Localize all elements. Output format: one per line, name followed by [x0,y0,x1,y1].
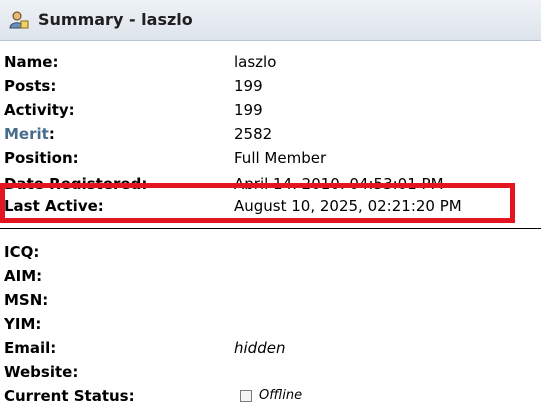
profile-row-merit: Merit: 2582 [0,122,541,146]
position-label: Position: [4,149,79,167]
contact-row-icq: ICQ: [0,240,541,264]
email-value: hidden [234,339,286,357]
merit-label-wrap: Merit: [4,122,55,146]
contact-row-email: Email: hidden [0,336,541,360]
profile-row-position: Position: Full Member [0,146,541,170]
aim-label: AIM: [4,267,43,285]
status-value: Offline [259,388,303,403]
name-label: Name: [4,53,59,71]
website-label: Website: [4,363,79,381]
position-value: Full Member [234,149,327,167]
name-value: laszlo [234,53,277,71]
activity-label: Activity: [4,101,75,119]
profile-row-activity: Activity: 199 [0,98,541,122]
highlight-box [0,183,515,223]
activity-value: 199 [234,101,263,119]
merit-colon: : [48,125,55,143]
contact-row-aim: AIM: [0,264,541,288]
merit-value: 2582 [234,125,273,143]
offline-status-icon [240,390,252,402]
contact-row-msn: MSN: [0,288,541,312]
icq-label: ICQ: [4,243,40,261]
section-divider [0,228,541,229]
contact-row-website: Website: [0,360,541,384]
status-label: Current Status: [4,387,135,405]
summary-header: Summary - laszlo [0,0,541,41]
posts-value: 199 [234,77,263,95]
contact-row-yim: YIM: [0,312,541,336]
profile-row-name: Name: laszlo [0,50,541,74]
yim-label: YIM: [4,315,42,333]
profile-row-posts: Posts: 199 [0,74,541,98]
email-label: Email: [4,339,57,357]
merit-link[interactable]: Merit [4,125,49,143]
msn-label: MSN: [4,291,49,309]
page-title: Summary - laszlo [38,10,193,29]
posts-label: Posts: [4,77,57,95]
user-profile-icon [9,11,29,29]
